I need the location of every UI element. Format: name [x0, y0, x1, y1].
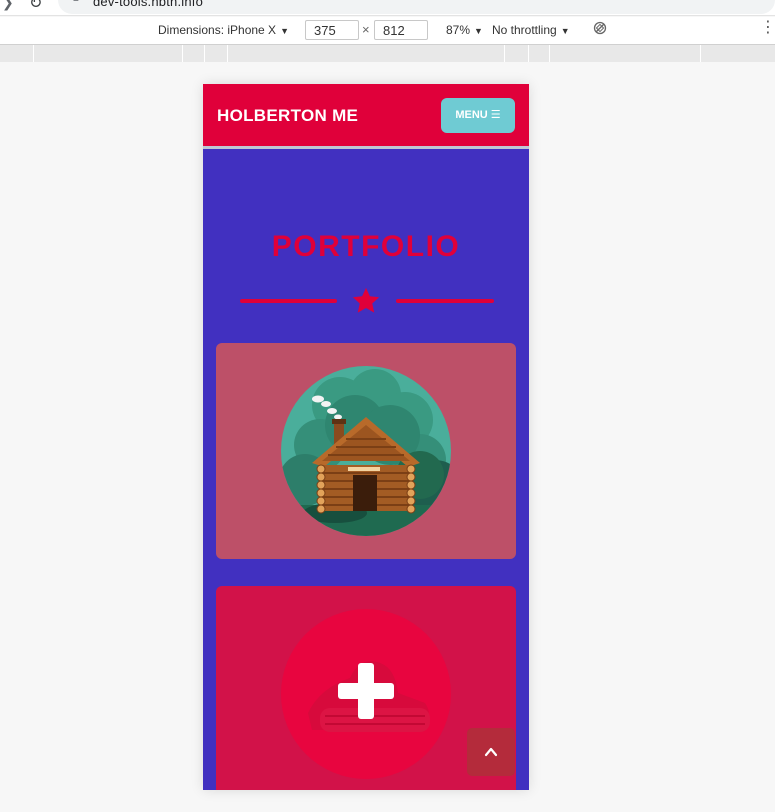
- bars-icon: ☰: [490, 109, 501, 121]
- more-vertical-icon[interactable]: ⋮: [760, 20, 775, 36]
- dimensions-label: Dimensions: iPhone X: [158, 23, 277, 37]
- dimension-separator: ×: [362, 22, 370, 37]
- navbar: HOLBERTON ME MENU ☰: [203, 84, 529, 149]
- caret-down-icon: ▼: [560, 26, 570, 36]
- dimensions-dropdown[interactable]: Dimensions: iPhone X ▼: [158, 23, 289, 37]
- media-query-segment[interactable]: [504, 45, 505, 62]
- plus-icon: [281, 609, 451, 779]
- zoom-label: 87%: [446, 23, 471, 37]
- media-query-segment[interactable]: [549, 45, 550, 62]
- portfolio-card[interactable]: [216, 343, 516, 559]
- device-viewport: HOLBERTON ME MENU ☰ PORTFOLIO: [203, 84, 529, 790]
- brand-logo[interactable]: HOLBERTON ME: [217, 106, 358, 126]
- menu-button[interactable]: MENU ☰: [441, 98, 515, 133]
- media-query-segment[interactable]: [528, 45, 529, 62]
- caret-down-icon: ▼: [280, 26, 289, 36]
- site-info-icon[interactable]: ≡: [73, 0, 79, 5]
- log-cabin-icon: [281, 366, 451, 536]
- menu-label: MENU: [455, 109, 488, 121]
- caret-down-icon: ▼: [474, 26, 483, 36]
- media-query-segment[interactable]: [182, 45, 183, 62]
- star-icon: [352, 287, 380, 313]
- media-query-segment[interactable]: [204, 45, 205, 62]
- device-toolbar: Dimensions: iPhone X ▼ 375 × 812 87% ▼ No …: [0, 17, 775, 45]
- divider-line-left: [240, 299, 337, 303]
- section-title: PORTFOLIO: [271, 230, 461, 263]
- divider-line-right: [396, 299, 494, 303]
- width-input[interactable]: 375: [305, 20, 359, 40]
- chevron-up-icon: [484, 747, 498, 757]
- back-icon[interactable]: ❯: [2, 0, 14, 11]
- media-query-bar[interactable]: [0, 45, 775, 62]
- media-query-segment[interactable]: [700, 45, 701, 62]
- scroll-top-button[interactable]: [467, 728, 515, 776]
- height-input[interactable]: 812: [374, 20, 428, 40]
- throttling-dropdown[interactable]: No throttling ▼: [492, 23, 570, 37]
- url-text[interactable]: dev-tools.hbtn.info: [93, 0, 203, 9]
- zoom-dropdown[interactable]: 87% ▼: [446, 23, 483, 37]
- rotate-icon[interactable]: [593, 21, 607, 35]
- reload-icon[interactable]: ↻: [29, 0, 42, 13]
- browser-top-bar: ❯ ↻ ≡ dev-tools.hbtn.info: [0, 0, 775, 16]
- media-query-segment[interactable]: [227, 45, 228, 62]
- media-query-segment[interactable]: [33, 45, 34, 62]
- throttling-label: No throttling: [492, 23, 557, 37]
